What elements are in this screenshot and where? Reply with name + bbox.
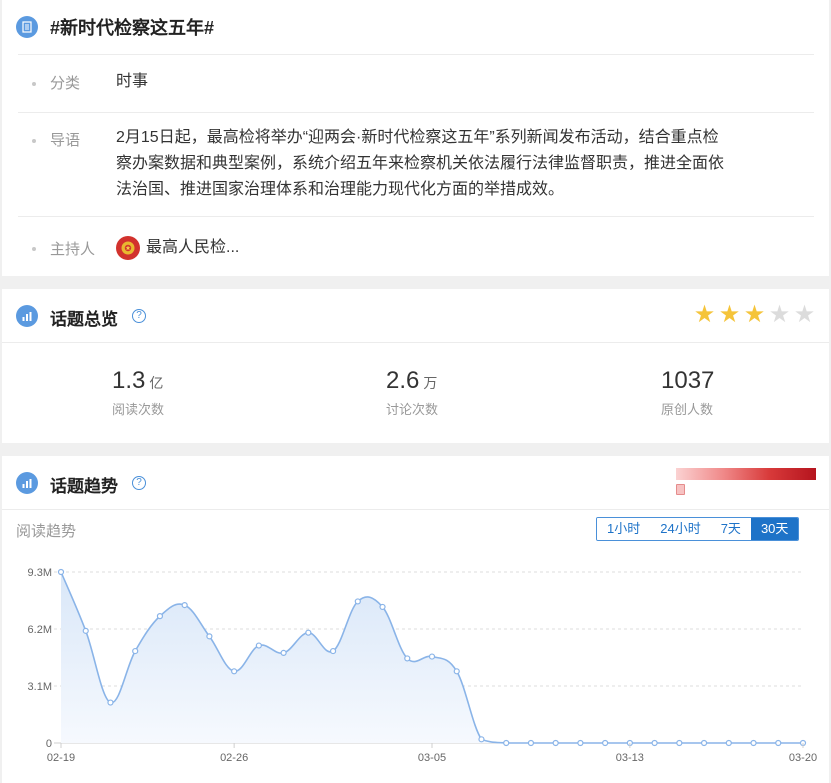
data-point — [82, 627, 89, 634]
intro-text: 2月15日起，最高检将举办“迎两会·新时代检察这五年”系列新闻发布活动，结合重点… — [116, 125, 816, 203]
stat-value: 1037 — [661, 367, 715, 394]
intro-row: 导语 2月15日起，最高检将举办“迎两会·新时代检察这五年”系列新闻发布活动，结… — [18, 112, 814, 216]
x-tick-label: 03-20 — [789, 752, 817, 764]
x-tick-label: 03-05 — [418, 752, 446, 764]
data-point — [577, 739, 584, 747]
bullet-icon — [32, 139, 36, 143]
reads-trend-chart: 0 3.1M 6.2M 9.3M 02-19 02-26 03-05 03-13 03-20 — [28, 567, 818, 764]
stat-originals: 1037 原创人数 — [661, 367, 718, 418]
data-point — [231, 668, 238, 675]
stat-label: 讨论次数 — [386, 402, 439, 417]
data-point — [453, 668, 460, 675]
trend-sub-label: 阅读趋势 — [16, 523, 77, 540]
chart-icon — [16, 305, 38, 327]
data-point — [354, 598, 361, 605]
chart-icon — [16, 472, 38, 494]
help-icon[interactable]: ? — [132, 309, 146, 323]
help-icon[interactable]: ? — [132, 476, 146, 490]
data-point — [156, 613, 164, 620]
data-point — [478, 736, 485, 743]
data-point — [132, 647, 139, 655]
time-range-selector: 1小时 24小时 7天 30天 — [596, 517, 800, 541]
host-row: 主持人 最高人民检... — [18, 216, 814, 276]
category-value: 时事 — [116, 73, 149, 90]
range-button-1h[interactable]: 1小时 — [597, 518, 651, 540]
topic-title-row: #新时代检察这五年# — [16, 14, 214, 40]
host-label: 主持人 — [50, 241, 96, 258]
x-tick-label: 03-13 — [616, 752, 644, 764]
intro-line: 察办案数据和典型案例，系统介绍五年来检察机关依法履行法律监督职责，推进全面依 — [116, 155, 725, 172]
host-avatar[interactable] — [116, 236, 140, 260]
data-point — [775, 739, 782, 747]
data-point — [700, 739, 708, 747]
data-point — [57, 568, 65, 576]
data-point — [379, 603, 386, 611]
data-point — [181, 601, 188, 609]
x-tick-label: 02-19 — [47, 752, 75, 764]
data-point — [428, 653, 436, 660]
stat-value: 2.6 — [386, 367, 420, 394]
heat-scale-bar — [676, 468, 816, 480]
trend-title: 话题趋势 — [50, 477, 118, 496]
category-label: 分类 — [50, 75, 81, 92]
topic-title: #新时代检察这五年# — [50, 18, 215, 38]
y-tick-label: 9.3M — [28, 567, 52, 579]
trend-header: 话题趋势 ? — [2, 456, 829, 510]
data-point — [503, 739, 510, 747]
intro-line: 2月15日起，最高检将举办“迎两会·新时代检察这五年”系列新闻发布活动，结合重点… — [116, 129, 719, 146]
data-point — [107, 699, 114, 706]
data-point — [255, 642, 262, 649]
data-point — [725, 739, 732, 747]
data-point — [206, 633, 213, 640]
data-point — [404, 655, 411, 662]
host-name-link[interactable]: 最高人民检... — [146, 235, 239, 261]
range-button-24h[interactable]: 24小时 — [650, 518, 711, 540]
emblem-icon — [121, 241, 135, 255]
rating-stars: ★ ★ ★ ★ ★ — [692, 303, 817, 327]
x-tick-label: 02-26 — [220, 752, 248, 764]
star-icon: ★ — [743, 301, 766, 328]
stat-discussions: 2.6 万 讨论次数 — [386, 367, 438, 418]
star-icon: ★ — [793, 301, 816, 328]
range-button-30d[interactable]: 30天 — [750, 518, 799, 540]
topic-card: #新时代检察这五年# 分类 时事 导语 2月15日起，最高检将举办“迎两会·新时… — [2, 0, 829, 276]
stat-reads: 1.3 亿 阅读次数 — [112, 367, 164, 418]
y-tick-label: 6.2M — [28, 624, 52, 636]
trend-card: 话题趋势 ? 阅读趋势 1小时 24小时 7天 30天 0 3.1M 6.2M 9.3… — [2, 456, 829, 783]
stat-unit: 亿 — [149, 375, 164, 391]
bullet-icon — [32, 82, 36, 86]
stat-label: 原创人数 — [661, 402, 714, 417]
data-point — [651, 739, 658, 747]
heat-scale-handle[interactable] — [676, 484, 685, 495]
data-point — [676, 739, 683, 747]
star-icon: ★ — [768, 301, 791, 328]
intro-label: 导语 — [50, 132, 81, 149]
y-tick-label: 0 — [46, 738, 52, 750]
overview-title: 话题总览 — [50, 310, 118, 329]
stat-label: 阅读次数 — [112, 402, 165, 417]
category-row: 分类 时事 — [18, 54, 814, 112]
data-point — [602, 739, 609, 747]
intro-line: 法治国、推进国家治理体系和治理能力现代化方面的举措成效。 — [116, 181, 565, 198]
star-icon: ★ — [718, 301, 741, 328]
data-point — [305, 629, 312, 636]
range-button-7d[interactable]: 7天 — [710, 518, 751, 540]
stat-value: 1.3 — [112, 367, 146, 394]
data-point — [527, 739, 535, 747]
star-icon: ★ — [693, 301, 716, 328]
data-point — [329, 647, 337, 655]
document-icon — [16, 16, 38, 38]
data-point — [552, 739, 559, 747]
y-tick-label: 3.1M — [28, 681, 52, 693]
overview-header: 话题总览 ? ★ ★ ★ ★ ★ — [2, 289, 829, 343]
stat-unit: 万 — [423, 375, 438, 391]
data-point — [280, 649, 287, 657]
data-point — [750, 739, 757, 747]
overview-card: 话题总览 ? ★ ★ ★ ★ ★ 1.3 亿 阅读次数 2.6 万 讨论次数 1037 原创… — [2, 289, 829, 443]
bullet-icon — [32, 247, 36, 251]
